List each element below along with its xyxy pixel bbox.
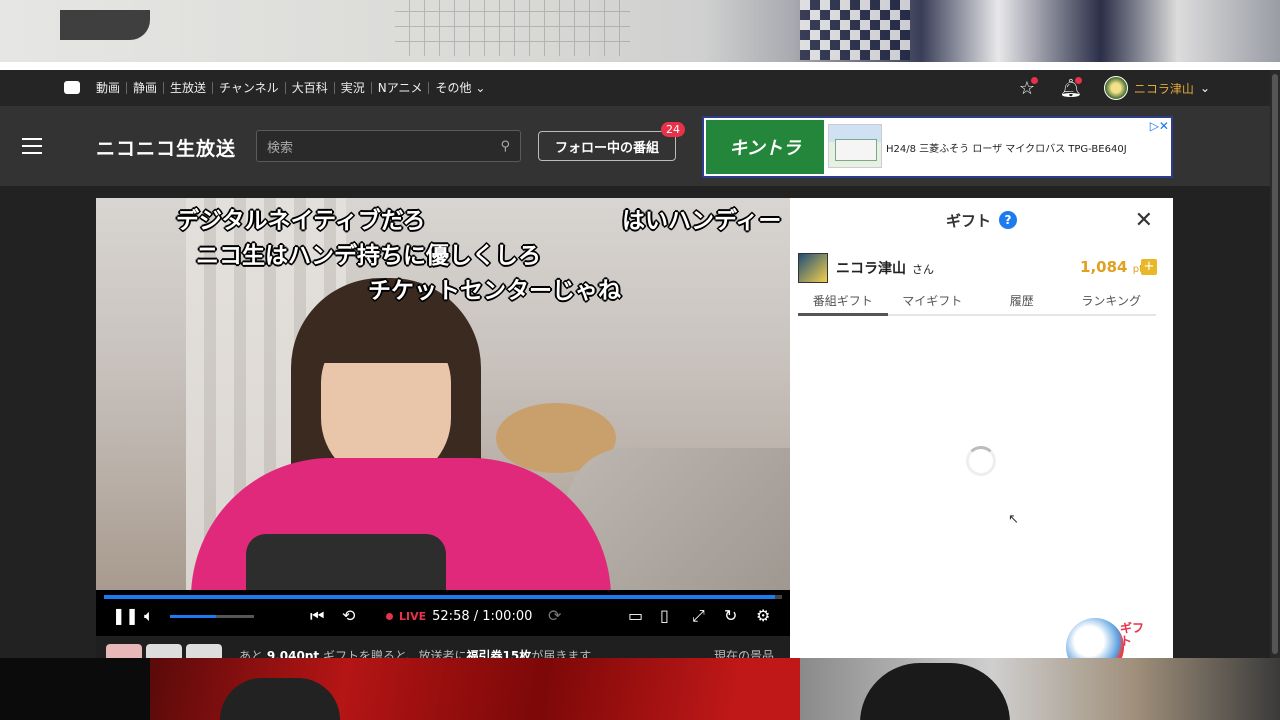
camera-overlay-bottom	[0, 658, 1280, 720]
comment-toggle-icon[interactable]: ▭	[628, 607, 643, 625]
points-balance: 1,084 pt	[1080, 258, 1143, 276]
menu-icon[interactable]	[22, 138, 42, 154]
theater-mode-icon[interactable]: ▯	[660, 607, 669, 625]
playback-time: 52:58 / 1:00:00	[432, 609, 533, 624]
comment: ニコ生はハンデ持ちに優しくしろ	[196, 243, 541, 269]
search-input[interactable]: 検索 ⚲	[256, 130, 521, 162]
site-logo[interactable]: ニコニコ生放送	[96, 134, 236, 161]
scrollbar[interactable]	[1270, 70, 1280, 660]
search-placeholder: 検索	[267, 140, 294, 156]
volume-icon[interactable]: 🔈︎	[144, 607, 154, 625]
chevron-down-icon: ⌄	[1199, 81, 1210, 95]
ad-banner[interactable]: キントラ H24/8 三菱ふそう ローザ マイクロバス TPG-BE640J ▷…	[702, 116, 1173, 178]
add-points-button[interactable]: +	[1141, 259, 1157, 275]
gift-panel-header: ギフト ?	[790, 198, 1173, 242]
live-label: LIVE	[399, 610, 427, 623]
gift-lottery-bar: あと 9,040pt ギフトを贈ると、放送者に福引券15枚が届きます 現在の景品	[96, 636, 790, 664]
gift-user-name: ニコラ津山	[836, 261, 906, 277]
gift-title: ギフト	[945, 211, 991, 230]
ad-text: H24/8 三菱ふそう ローザ マイクロバス TPG-BE640J	[886, 144, 1127, 155]
settings-gear-icon[interactable]: ⚙	[756, 607, 770, 625]
notification-dot	[1030, 77, 1038, 84]
ad-close-icon[interactable]: ▷✕	[1150, 119, 1169, 133]
live-dot	[386, 613, 393, 620]
checkered-fabric	[800, 0, 910, 60]
tab-ranking[interactable]: ランキング	[1067, 292, 1157, 314]
loading-spinner	[966, 446, 996, 476]
star-icon[interactable]: ☆	[1016, 77, 1038, 99]
nav-links: 動画 静画 生放送 チャンネル 大百科 実況 Nアニメ その他 ⌄	[90, 70, 491, 106]
divider	[0, 62, 1280, 70]
scrollbar-thumb[interactable]	[1272, 74, 1278, 654]
avatar	[798, 253, 828, 283]
forward-10-icon[interactable]: ⟳	[548, 607, 561, 625]
site-header: ニコニコ生放送 検索 ⚲ フォロー中の番組 24 キントラ H24/8 三菱ふそ…	[0, 106, 1270, 186]
ad-bus-image	[828, 124, 882, 168]
nav-link-anime[interactable]: Nアニメ	[370, 82, 429, 94]
following-label: フォロー中の番組	[554, 140, 659, 156]
ad-brand-logo: キントラ	[706, 120, 824, 174]
bell-icon[interactable]: 🔔︎	[1060, 77, 1082, 99]
tab-program-gift[interactable]: 番組ギフト	[798, 292, 888, 316]
nav-more-label: その他	[435, 81, 472, 95]
gift-user-honorific: さん	[912, 263, 934, 276]
help-icon[interactable]: ?	[999, 211, 1017, 229]
gift-panel: ギフト ? ✕ ニコラ津山 さん 1,084 pt + 番組ギフト マイギフト 履…	[790, 198, 1173, 658]
skip-back-icon[interactable]: ⏮︎	[310, 607, 324, 625]
global-nav: 動画 静画 生放送 チャンネル 大百科 実況 Nアニメ その他 ⌄ ☆ 🔔︎ ニ…	[0, 70, 1280, 106]
nav-link-live[interactable]: 生放送	[163, 82, 212, 94]
niconico-tv-icon[interactable]	[64, 81, 80, 94]
notification-dot	[1074, 77, 1082, 84]
tab-my-gift[interactable]: マイギフト	[888, 292, 978, 314]
following-count-badge: 24	[661, 122, 685, 137]
tab-history[interactable]: 履歴	[977, 292, 1067, 314]
nav-link-seiga[interactable]: 静画	[126, 82, 163, 94]
user-name: ニコラ津山	[1133, 81, 1194, 96]
video-scene	[246, 534, 446, 590]
rewind-10-icon[interactable]: ⟲	[342, 607, 355, 625]
camera-shadow	[60, 10, 150, 40]
comment: デジタルネイティブだろ	[176, 208, 426, 234]
live-status: LIVE 52:58 / 1:00:00	[386, 609, 532, 624]
wire-grid	[395, 0, 630, 56]
seek-progress	[104, 595, 776, 599]
fullscreen-icon[interactable]: ⤢	[692, 607, 705, 625]
camera-overlay-top	[0, 0, 1280, 62]
nav-right: ☆ 🔔︎ ニコラ津山 ⌄	[1016, 70, 1210, 106]
avatar	[1103, 76, 1128, 100]
search-icon[interactable]: ⚲	[500, 139, 510, 154]
close-icon[interactable]: ✕	[1135, 208, 1153, 233]
gift-mascot-icon[interactable]	[1066, 618, 1124, 658]
volume-slider[interactable]	[170, 615, 254, 618]
comment: チケットセンターじゃね	[368, 278, 621, 304]
points-value: 1,084	[1080, 258, 1128, 276]
player-controls: ❚❚ 🔈︎ ⏮︎ ⟲ LIVE 52:58 / 1:00:00 ⟳ ▭ ▯ ⤢ …	[96, 590, 790, 636]
gift-tabs: 番組ギフト マイギフト 履歴 ランキング	[798, 292, 1156, 316]
volume-level	[170, 615, 217, 618]
nav-link-jikkyo[interactable]: 実況	[333, 82, 371, 94]
video-player[interactable]: デジタルネイティブだろ はいハンディー ニコ生はハンデ持ちに優しくしろ チケット…	[96, 198, 790, 590]
pause-icon[interactable]: ❚❚	[112, 607, 139, 625]
reload-icon[interactable]: ↻	[724, 607, 737, 625]
user-menu[interactable]: ニコラ津山 ⌄	[1103, 76, 1210, 100]
nav-link-more[interactable]: その他 ⌄	[428, 82, 491, 94]
mouse-cursor-icon: ↖	[1008, 512, 1019, 527]
comment: はいハンディー	[622, 208, 782, 234]
gift-user: ニコラ津山 さん	[836, 258, 934, 278]
nav-link-dic[interactable]: 大百科	[284, 82, 334, 94]
chevron-down-icon: ⌄	[475, 81, 486, 95]
nav-link-channel[interactable]: チャンネル	[212, 82, 285, 94]
following-programs-button[interactable]: フォロー中の番組 24	[538, 122, 685, 161]
gift-mascot-icon: ギフト	[1120, 621, 1145, 648]
nav-link-douga[interactable]: 動画	[90, 82, 126, 94]
seek-bar[interactable]	[104, 595, 782, 599]
